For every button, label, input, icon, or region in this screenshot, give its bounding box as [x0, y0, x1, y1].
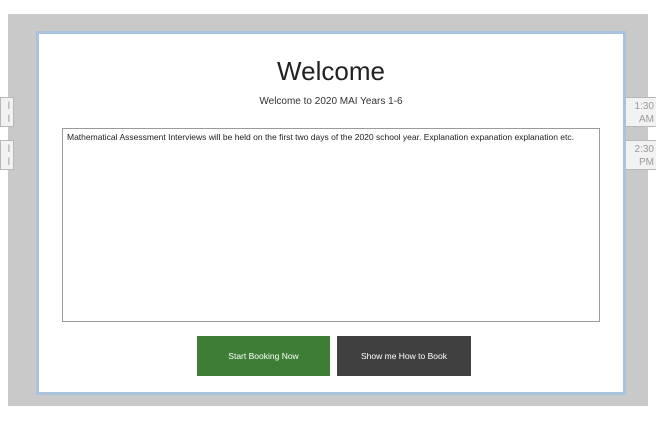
background-slot-text: 2:30 [634, 144, 654, 155]
welcome-modal: Welcome Welcome to 2020 MAI Years 1-6 Ma… [36, 31, 626, 395]
modal-subtitle: Welcome to 2020 MAI Years 1-6 [259, 96, 403, 107]
background-time-slot: l l [0, 140, 14, 170]
modal-title: Welcome [277, 56, 385, 86]
start-booking-button[interactable]: Start Booking Now [197, 336, 330, 376]
background-slot-text: l [7, 144, 10, 155]
how-to-book-button[interactable]: Show me How to Book [337, 336, 471, 376]
background-slot-text: l [7, 101, 10, 112]
background-time-slot: 1:30 AM [624, 97, 656, 127]
background-slot-text: l [7, 157, 10, 168]
background-time-slot: l l [0, 97, 14, 127]
background-slot-text: AM [639, 114, 654, 125]
background-slot-text: PM [639, 157, 654, 168]
background-slot-text: l [7, 114, 10, 125]
background-slot-text: 1:30 [634, 101, 654, 112]
welcome-message-box: Mathematical Assessment Interviews will … [62, 128, 600, 322]
background-time-slot: 2:30 PM [624, 140, 656, 170]
